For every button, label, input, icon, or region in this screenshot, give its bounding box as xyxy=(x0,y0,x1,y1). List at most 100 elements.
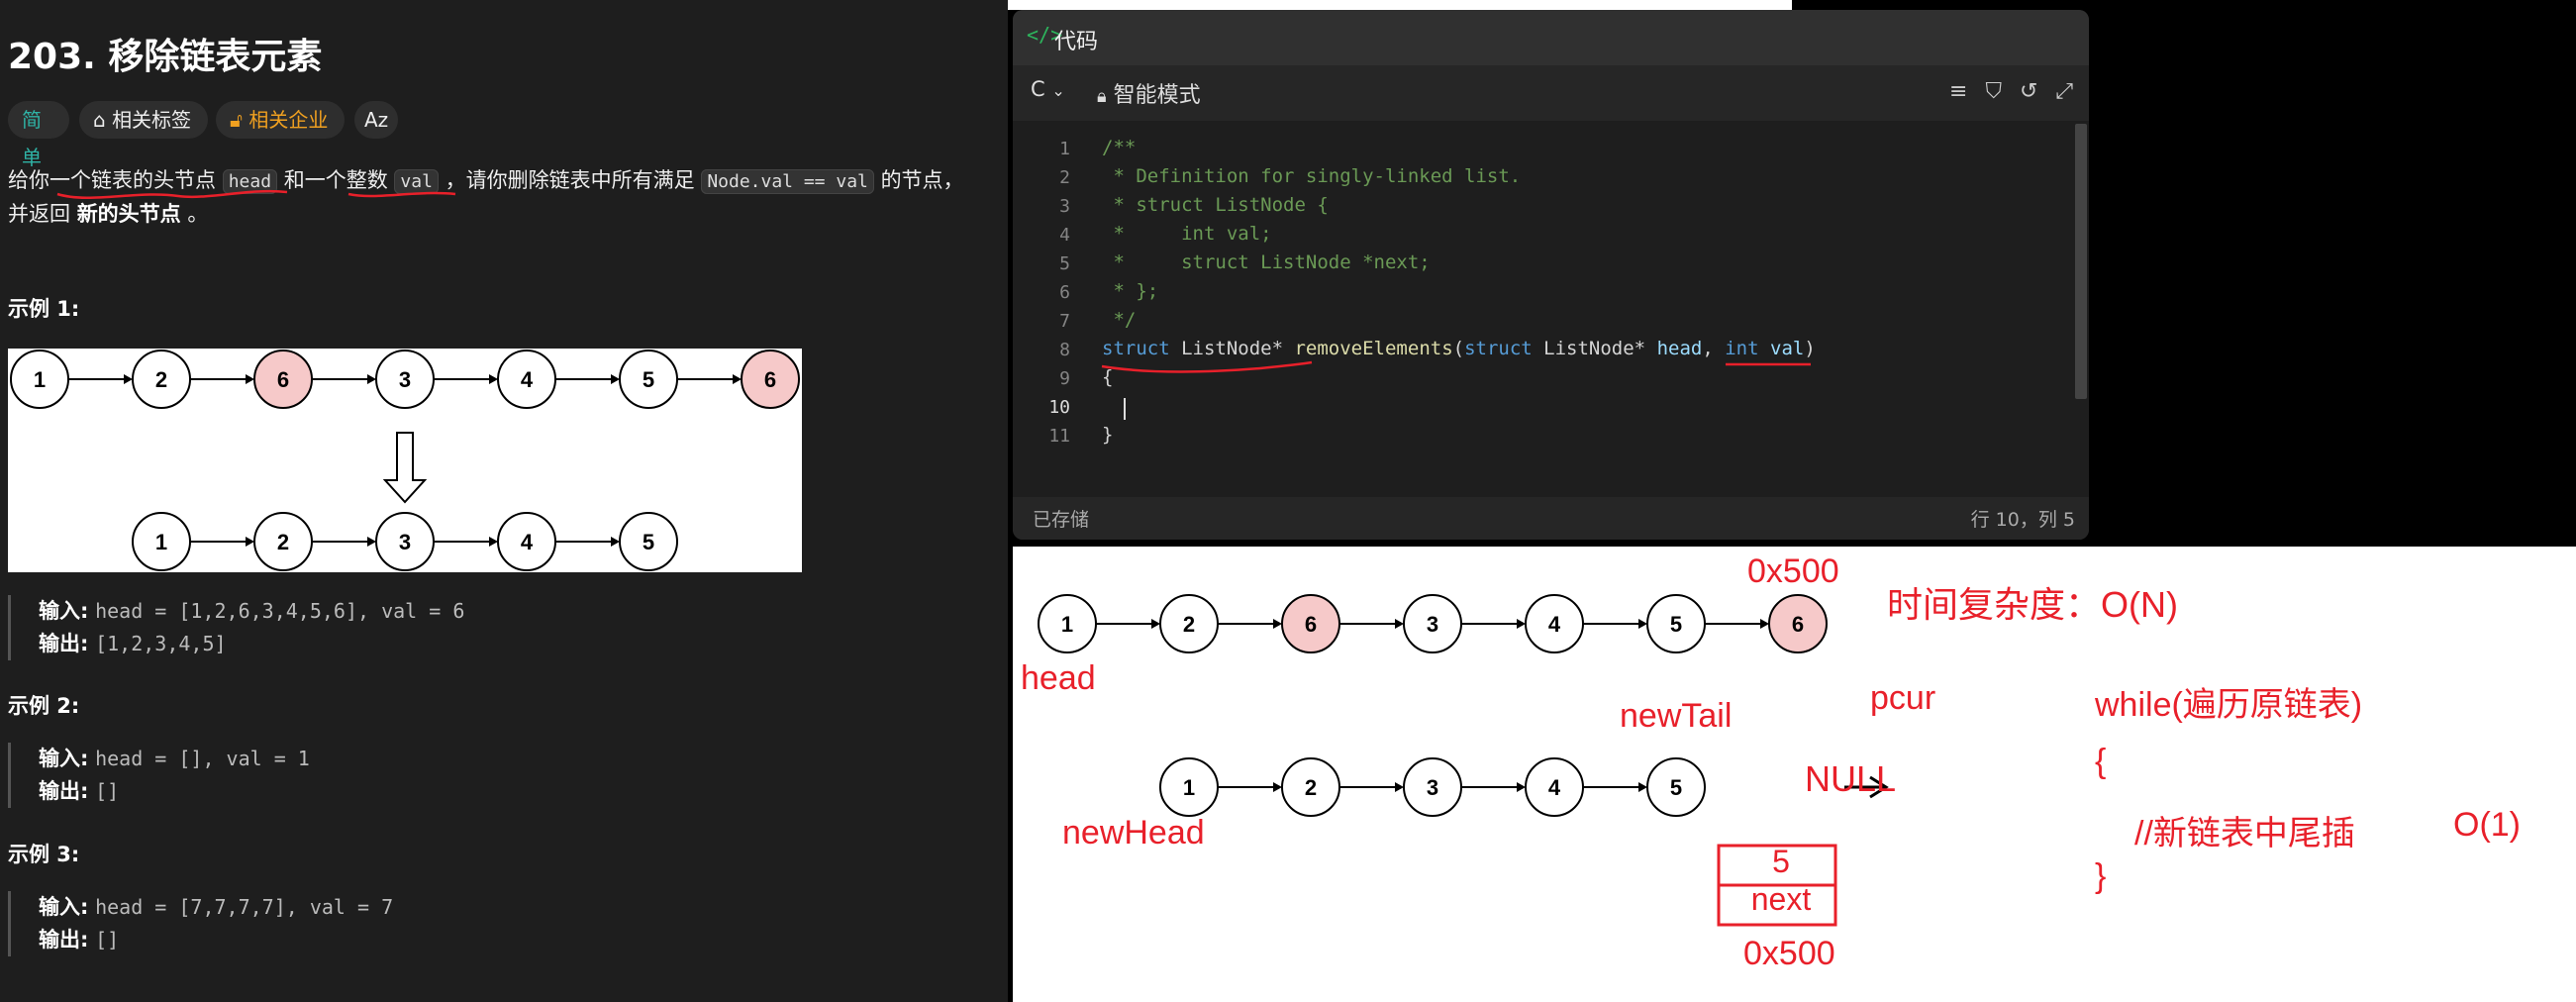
down-arrow-icon xyxy=(382,432,428,504)
editor-header xyxy=(1013,10,2089,65)
node-value: 5 xyxy=(1670,612,1682,637)
node-value: 5 xyxy=(643,367,654,392)
output-label: 输出: xyxy=(39,928,89,952)
node-value: 6 xyxy=(1305,612,1317,637)
arrowhead xyxy=(246,374,254,384)
while-line: while(遍历原链表) xyxy=(2095,686,2363,724)
node-value: 1 xyxy=(1183,775,1195,800)
node-value: 4 xyxy=(1548,612,1561,637)
cursor-position: 行 10，列 5 xyxy=(1970,509,2075,531)
arrowhead xyxy=(1760,619,1769,629)
reset-icon[interactable]: ↺ xyxy=(2020,79,2055,104)
newtail-label: newTail xyxy=(1620,697,1733,735)
arrowhead xyxy=(1517,619,1526,629)
newhead-label: newHead xyxy=(1062,814,1205,852)
bookmark-icon[interactable]: ⛉ xyxy=(1985,79,2020,104)
node-value: 1 xyxy=(155,530,167,554)
output-label: 输出: xyxy=(39,632,89,655)
arrowhead xyxy=(489,537,498,547)
output-value: [1,2,3,4,5] xyxy=(95,632,227,655)
node-box-value: 5 xyxy=(1772,844,1790,879)
node-value: 4 xyxy=(1548,775,1561,800)
node-value: 4 xyxy=(521,530,534,554)
arrowhead xyxy=(246,537,254,547)
lock-icon: 🔒︎ xyxy=(1097,86,1107,107)
whiteboard-annotation: 1 2 6 3 4 5 6 1 2 3 4 5 0x500 时间复杂度：O(N) head newTa… xyxy=(1013,547,2576,1002)
address-label-top: 0x500 xyxy=(1747,552,1839,590)
node-value: 3 xyxy=(1427,775,1438,800)
editor-title: 代码 xyxy=(1054,30,1099,54)
ink-annotations xyxy=(1101,360,1811,373)
editor-scrollbar[interactable] xyxy=(2075,124,2087,399)
example-1-title: 示例 1: xyxy=(8,297,80,321)
node-value: 2 xyxy=(155,367,167,392)
o1-label: O(1) xyxy=(2453,806,2521,844)
node-value: 3 xyxy=(1427,612,1438,637)
arrowhead xyxy=(1151,619,1160,629)
node-value: 5 xyxy=(643,530,654,554)
node-value: 5 xyxy=(1670,775,1682,800)
smart-mode-toggle[interactable]: 🔒︎ 智能模式 xyxy=(1097,77,1201,109)
arrowhead xyxy=(367,374,376,384)
editor-status-bar xyxy=(1013,497,2089,540)
arrowhead xyxy=(1395,619,1404,629)
node-value: 6 xyxy=(764,367,776,392)
input-value: head = [], val = 1 xyxy=(95,747,310,770)
node-value: 6 xyxy=(277,367,289,392)
node-value: 2 xyxy=(1183,612,1195,637)
arrowhead xyxy=(489,374,498,384)
arrowhead xyxy=(124,374,133,384)
output-value: [] xyxy=(95,928,120,952)
node-value: 4 xyxy=(521,367,534,392)
node-value: 2 xyxy=(1305,775,1317,800)
code-editor-panel: </> 代码 C ⌄ 🔒︎ 智能模式 ≡⛉↺⤢ 1 2 3 4 5 6 7 8 … xyxy=(1013,10,2089,540)
node-value: 6 xyxy=(1792,612,1804,637)
comment-line: //新链表中尾插 xyxy=(2134,815,2355,852)
arrowhead xyxy=(1395,782,1404,792)
output-value: [] xyxy=(95,779,120,803)
example-3-io: 输入: head = [7,7,7,7], val = 7 输出: [] xyxy=(8,891,393,956)
language-label: C xyxy=(1031,77,1045,101)
format-icon[interactable]: ≡ xyxy=(1949,79,1985,104)
null-label: NULL xyxy=(1805,758,1897,799)
time-complexity-label: 时间复杂度：O(N) xyxy=(1887,584,2178,625)
input-value: head = [7,7,7,7], val = 7 xyxy=(95,895,394,919)
linked-list-diagram: 1 2 6 3 4 5 6 1 2 3 4 5 xyxy=(10,350,800,571)
node-value: 1 xyxy=(34,367,46,392)
editor-toolbar: ≡⛉↺⤢ xyxy=(1949,79,2073,104)
arrowhead xyxy=(733,374,742,384)
node-box-next: next xyxy=(1750,881,1812,917)
pcur-label: pcur xyxy=(1870,679,1936,717)
head-label: head xyxy=(1021,659,1096,697)
chevron-down-icon: ⌄ xyxy=(1051,81,1065,100)
arrowhead xyxy=(1273,782,1282,792)
example-1-diagram: 1 2 6 3 4 5 6 1 2 3 4 5 xyxy=(8,349,802,572)
arrowhead xyxy=(1273,619,1282,629)
ink-annotations xyxy=(56,189,456,199)
brace-close: } xyxy=(2095,857,2107,895)
node-value: 3 xyxy=(399,530,411,554)
brace-open: { xyxy=(2095,743,2107,780)
arrowhead xyxy=(611,374,620,384)
arrowhead xyxy=(1638,782,1647,792)
input-label: 输入: xyxy=(39,747,89,770)
smart-mode-label: 智能模式 xyxy=(1113,83,1201,108)
code-area[interactable]: 1 2 3 4 5 6 7 8 9 10 11 /** * Definition… xyxy=(1013,121,2089,497)
arrowhead xyxy=(1517,782,1526,792)
example-1-io: 输入: head = [1,2,6,3,4,5,6], val = 6 输出: … xyxy=(8,595,464,660)
example-2-title: 示例 2: xyxy=(8,694,80,718)
address-label-bottom: 0x500 xyxy=(1743,935,1835,972)
example-3-title: 示例 3: xyxy=(8,843,80,866)
whiteboard-drawing: 1 2 6 3 4 5 6 1 2 3 4 5 xyxy=(1038,594,1889,927)
arrowhead xyxy=(367,537,376,547)
input-value: head = [1,2,6,3,4,5,6], val = 6 xyxy=(95,599,465,623)
language-select[interactable]: C ⌄ xyxy=(1031,77,1065,101)
problem-description-panel: 203. 移除链表元素 简单 ⌂ 相关标签 🔓︎ 相关企业 Aᴢ 给你一个链表的… xyxy=(0,0,1008,1002)
node-value: 3 xyxy=(399,367,411,392)
saved-status: 已存储 xyxy=(1033,509,1090,531)
input-label: 输入: xyxy=(39,895,89,919)
arrowhead xyxy=(1638,619,1647,629)
node-value: 1 xyxy=(1061,612,1073,637)
expand-icon[interactable]: ⤢ xyxy=(2055,79,2073,104)
arrowhead xyxy=(611,537,620,547)
